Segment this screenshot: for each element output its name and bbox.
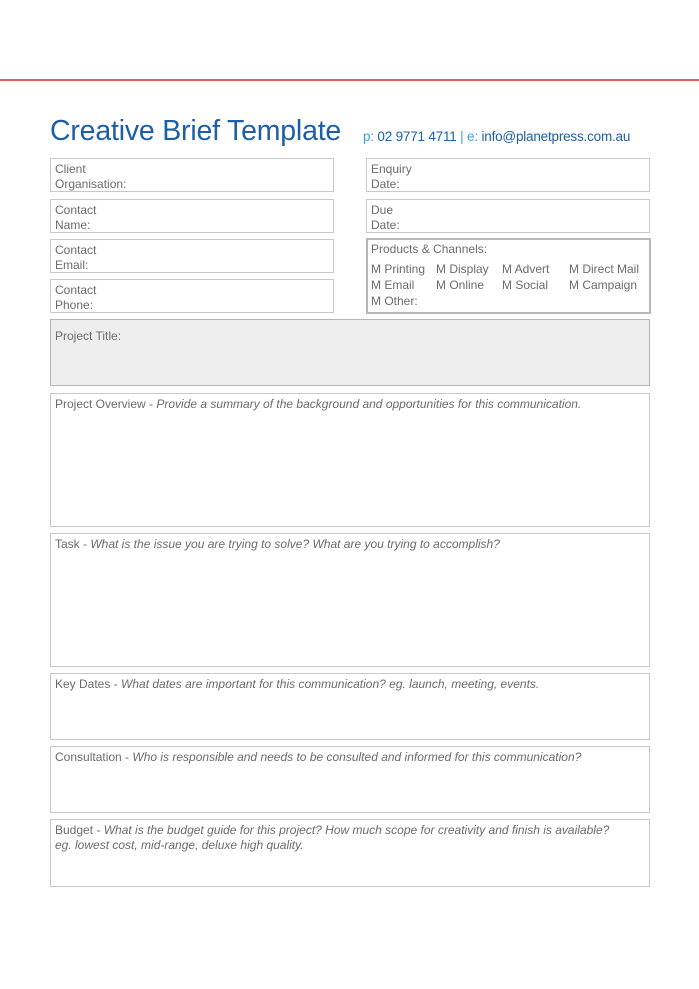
channel-option-direct-mail[interactable]: M Direct Mail (569, 262, 646, 277)
section-hint-examples: eg. lowest cost, mid-range, deluxe high … (55, 838, 304, 852)
field-label-line1: Contact (55, 243, 97, 257)
channel-option-email[interactable]: M Email (371, 278, 436, 293)
field-label-line2: Email: (55, 258, 89, 272)
contact-phone-field[interactable]: Contact Phone: (50, 279, 334, 313)
page-title: Creative Brief Template (50, 115, 342, 147)
field-label-line1: Contact (55, 203, 97, 217)
field-label-line1: Client (55, 162, 86, 176)
field-label-line2: Phone: (55, 298, 94, 312)
contact-email-field[interactable]: Contact Email: (50, 239, 334, 273)
client-organisation-field[interactable]: Client Organisation: (50, 158, 334, 192)
products-channels-panel: Products & Channels: M Printing M Displa… (366, 238, 651, 314)
email-value: info@planetpress.com.au (481, 129, 631, 144)
section-hint: What is the budget guide for this projec… (103, 823, 610, 837)
section-label: Consultation - (55, 750, 133, 764)
section-label: Task - (55, 537, 91, 551)
email-label: e: (467, 129, 478, 144)
section-label: Key Dates - (55, 677, 122, 691)
field-label-line1: Contact (55, 283, 97, 297)
field-label-line2: Organisation: (55, 177, 127, 191)
channel-options: M Printing M Display M Advert M Direct M… (371, 262, 646, 309)
section-hint: What is the issue you are trying to solv… (90, 537, 500, 551)
section-label: Budget - (55, 823, 104, 837)
section-hint: Provide a summary of the background and … (156, 397, 582, 411)
top-divider (0, 79, 699, 81)
due-date-field[interactable]: Due Date: (366, 199, 650, 233)
contact-name-field[interactable]: Contact Name: (50, 199, 334, 233)
field-label-line1: Enquiry (371, 162, 412, 176)
field-label-line1: Due (371, 203, 394, 217)
channel-option-campaign[interactable]: M Campaign (569, 278, 646, 293)
products-heading: Products & Channels: (371, 242, 488, 256)
consultation-field[interactable]: Consultation - Who is responsible and ne… (50, 746, 650, 813)
channel-option-online[interactable]: M Online (436, 278, 502, 293)
channel-option-display[interactable]: M Display (436, 262, 502, 277)
channel-option-social[interactable]: M Social (502, 278, 569, 293)
project-title-field[interactable]: Project Title: (50, 319, 650, 386)
channel-option-printing[interactable]: M Printing (371, 262, 436, 277)
field-label-line2: Date: (371, 177, 400, 191)
enquiry-date-field[interactable]: Enquiry Date: (366, 158, 650, 192)
field-label-line2: Date: (371, 218, 400, 232)
project-overview-field[interactable]: Project Overview - Provide a summary of … (50, 393, 650, 527)
channel-option-other[interactable]: M Other: (371, 294, 436, 309)
contact-info: p: 02 9771 4711 | e: info@planetpress.co… (363, 128, 630, 146)
contact-separator: | (460, 129, 464, 144)
key-dates-field[interactable]: Key Dates - What dates are important for… (50, 673, 650, 740)
section-hint: Who is responsible and needs to be consu… (132, 750, 582, 764)
section-label: Project Overview - (55, 397, 157, 411)
project-title-label: Project Title: (55, 329, 122, 343)
budget-field[interactable]: Budget - What is the budget guide for th… (50, 819, 650, 887)
phone-label: p: (363, 129, 374, 144)
task-field[interactable]: Task - What is the issue you are trying … (50, 533, 650, 667)
phone-value: 02 9771 4711 (377, 129, 457, 144)
channel-option-advert[interactable]: M Advert (502, 262, 569, 277)
section-hint: What dates are important for this commun… (121, 677, 540, 691)
field-label-line2: Name: (55, 218, 91, 232)
